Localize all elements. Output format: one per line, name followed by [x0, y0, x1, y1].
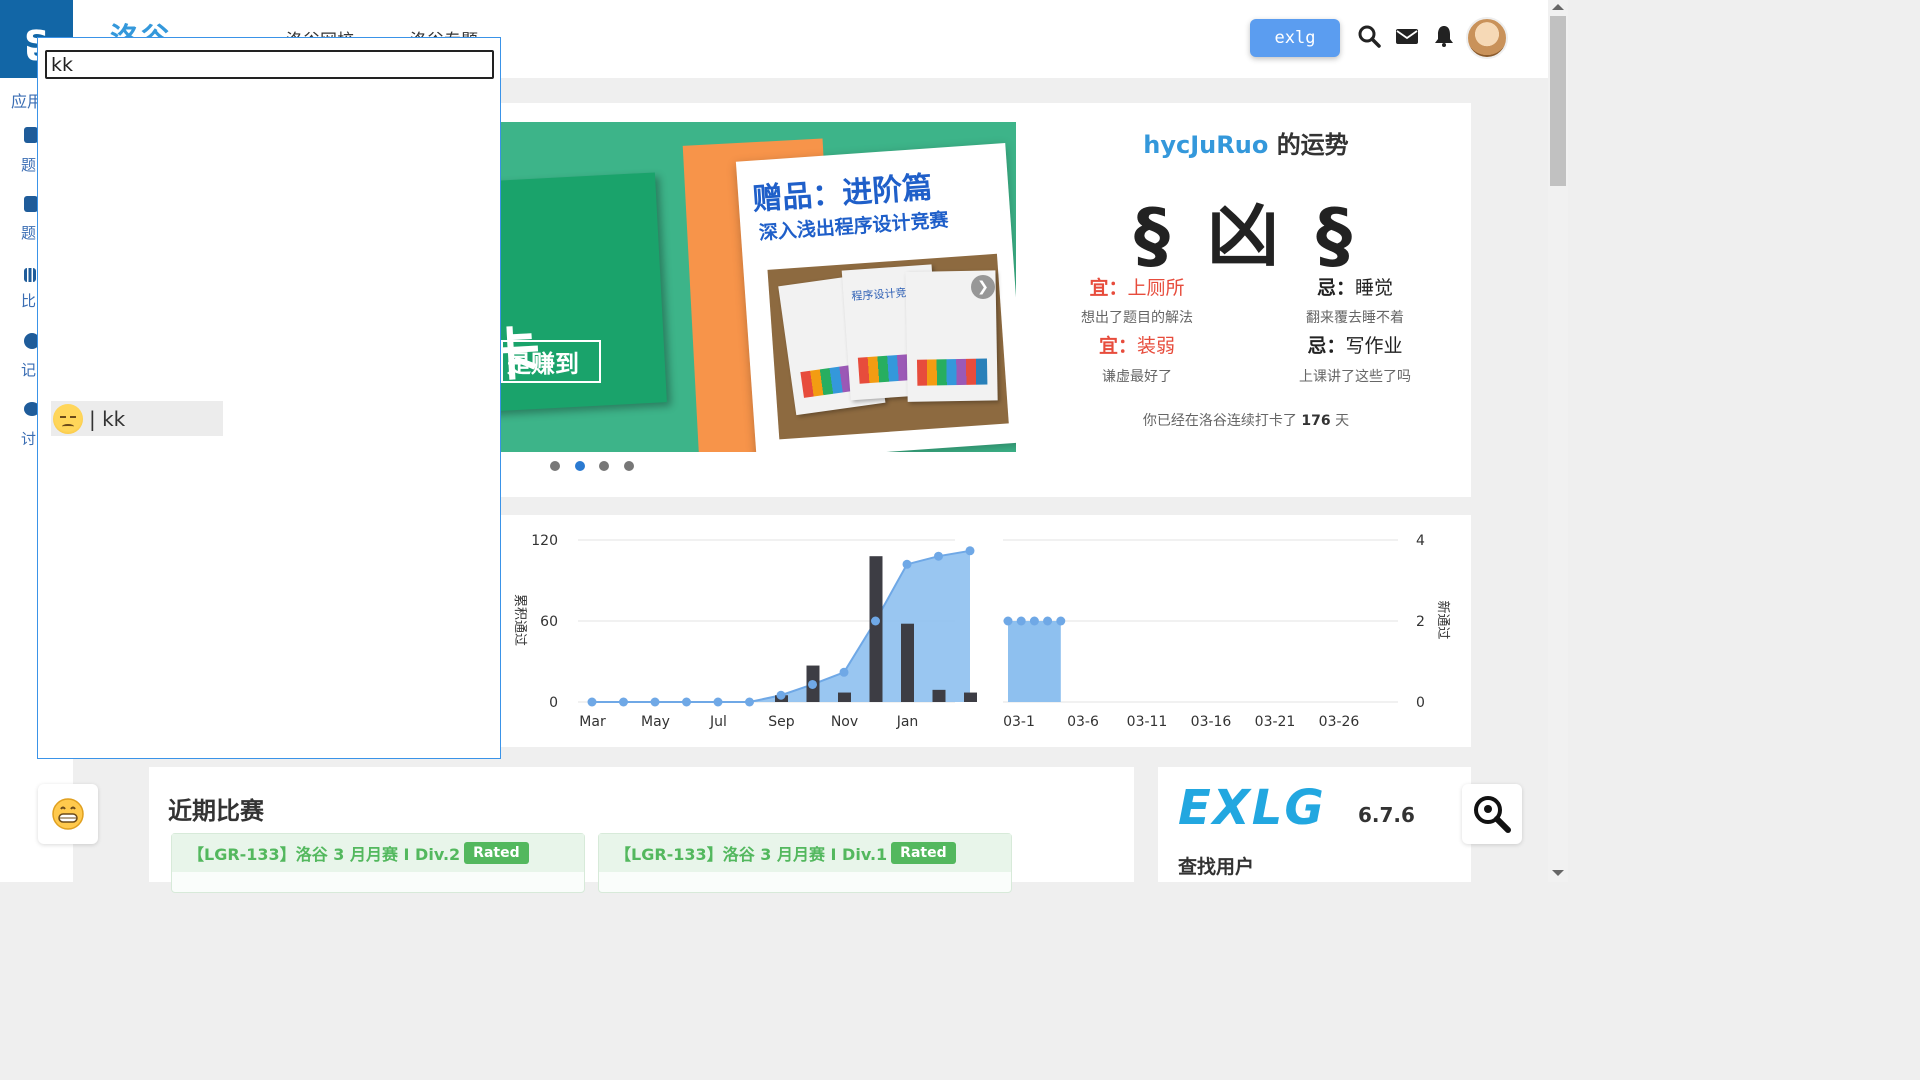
- emoji-search-popup: | kk: [37, 37, 501, 759]
- exlg-logo: EXLG: [1178, 780, 1326, 836]
- data-point: [902, 559, 912, 569]
- x-tick-label: Jul: [709, 714, 727, 730]
- contest-card[interactable]: 【LGR-133】洛谷 3 月月赛 I Div.2 Rated: [171, 833, 585, 893]
- data-point: [1016, 616, 1026, 626]
- data-point: [934, 551, 943, 561]
- bar: [964, 692, 977, 702]
- y-tick-label: 0: [1416, 695, 1425, 711]
- y-tick-label: 2: [1416, 614, 1425, 630]
- y-tick-label: 60: [540, 614, 558, 630]
- data-point: [839, 667, 849, 677]
- x-tick-label: 03-16: [1191, 714, 1232, 730]
- contest-name[interactable]: 【LGR-133】洛谷 3 月月赛 I Div.1: [615, 841, 887, 865]
- emoji-result-item[interactable]: | kk: [51, 401, 223, 436]
- emoji-search-input[interactable]: [45, 50, 494, 79]
- rated-badge: Rated: [464, 842, 529, 864]
- data-point: [965, 546, 975, 556]
- map-search-button[interactable]: [1462, 784, 1522, 844]
- exlg-version: 6.7.6: [1358, 803, 1415, 827]
- x-tick-label: Jan: [896, 714, 919, 730]
- emoji-fab-button[interactable]: [38, 784, 98, 844]
- bar: [869, 556, 883, 702]
- bar: [838, 692, 851, 702]
- data-point: [1003, 616, 1013, 626]
- x-tick-label: May: [641, 714, 670, 730]
- map-search-icon: [1474, 796, 1511, 833]
- data-point: [619, 697, 628, 707]
- x-tick-label: 03-26: [1319, 714, 1360, 730]
- contest-name[interactable]: 【LGR-133】洛谷 3 月月赛 I Div.2: [188, 841, 460, 865]
- rated-badge: Rated: [891, 842, 956, 864]
- contests-title: 近期比赛: [168, 797, 264, 825]
- scroll-down-arrow[interactable]: [1552, 870, 1564, 876]
- x-tick-label: Nov: [831, 714, 858, 730]
- y-tick-label: 120: [531, 533, 558, 549]
- scrollbar-thumb[interactable]: [1550, 16, 1566, 186]
- bar: [901, 623, 914, 702]
- data-point: [1029, 616, 1039, 626]
- x-tick-label: 03-1: [1003, 714, 1035, 730]
- daily-chart: 0 2 4 新通过 03-1 03-6 03-11 03-16 03-21 03-26: [1003, 533, 1451, 730]
- emoji-icon: [52, 798, 84, 830]
- find-user-title: 查找用户: [1178, 856, 1255, 878]
- data-point: [776, 690, 786, 700]
- data-point: [713, 697, 723, 707]
- data-point: [745, 697, 754, 707]
- y-tick-label: 0: [549, 695, 558, 711]
- bar: [932, 689, 946, 702]
- data-point: [650, 697, 660, 707]
- y-axis-label: 新通过: [1435, 600, 1451, 639]
- y-axis-label: 累积通过: [512, 594, 527, 646]
- contest-card[interactable]: 【LGR-133】洛谷 3 月月赛 I Div.1 Rated: [598, 833, 1012, 893]
- scroll-up-arrow[interactable]: [1552, 4, 1564, 10]
- data-point: [587, 697, 597, 707]
- sad-face-icon: [53, 403, 83, 434]
- data-point: [808, 679, 817, 689]
- x-tick-label: Mar: [579, 714, 606, 730]
- cumulative-chart: 0 60 120 累积通过 Mar May Jul Sep Nov Jan: [512, 533, 977, 730]
- x-tick-label: 03-21: [1255, 714, 1296, 730]
- data-point: [871, 616, 880, 626]
- data-point: [682, 697, 691, 707]
- data-point: [1056, 616, 1066, 626]
- data-point: [1043, 616, 1053, 626]
- x-tick-label: 03-11: [1127, 714, 1168, 730]
- area-series: [1008, 621, 1061, 702]
- emoji-result-label: | kk: [89, 406, 126, 431]
- y-tick-label: 4: [1416, 533, 1425, 549]
- x-tick-label: 03-6: [1067, 714, 1099, 730]
- x-tick-label: Sep: [768, 714, 795, 730]
